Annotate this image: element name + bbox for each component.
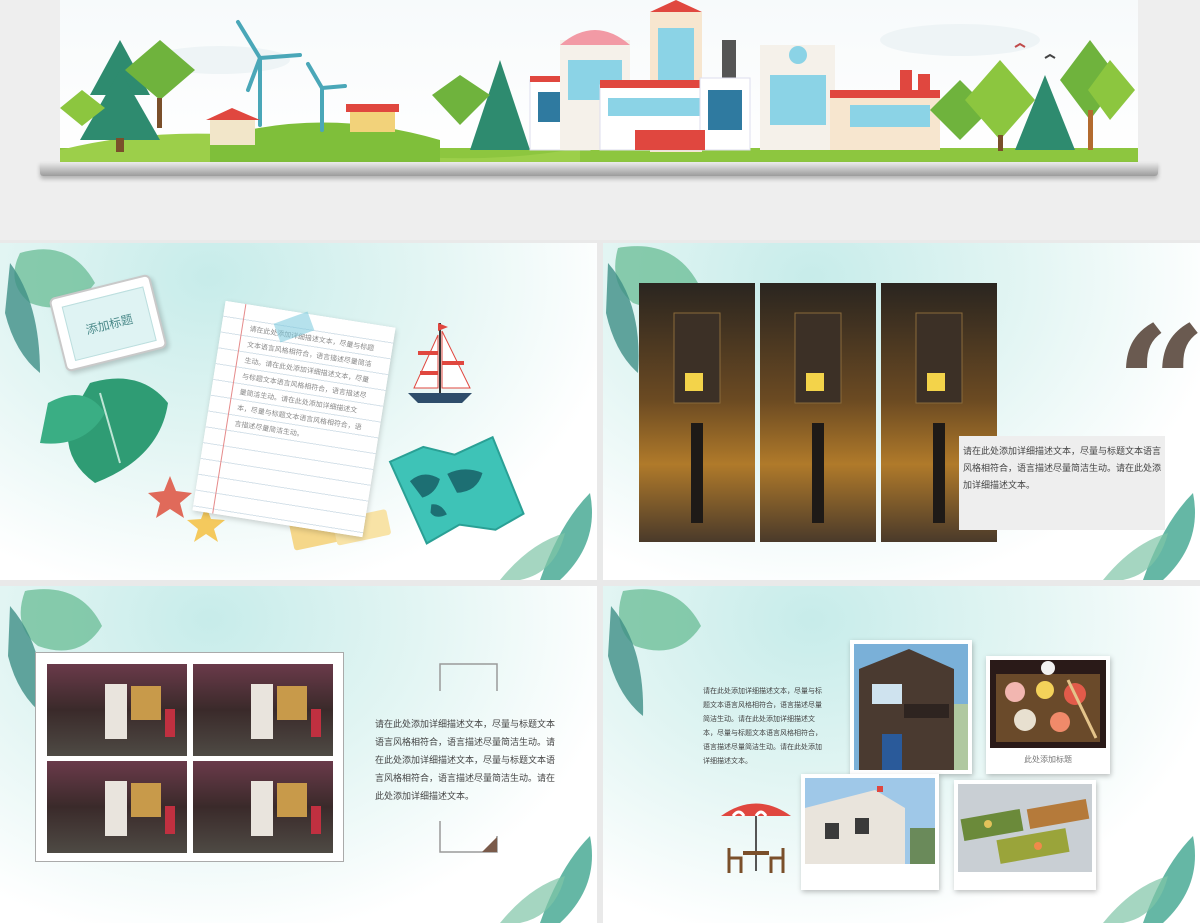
building-photo [805,778,935,864]
polaroid-buffet [954,780,1096,890]
slide-notebook[interactable]: 添加标题 请在此处添加详细描述文本，尽量与标题文本语言风格相符合，语言描述尽量简… [0,243,597,580]
notepaper-text: 请在此处添加详细描述文本，尽量与标题文本语言风格相符合，语言描述尽量简洁生动。请… [233,324,375,439]
bookstore-photo-2 [760,283,876,542]
shopfront-photo-2 [193,664,333,756]
world-map-icon [388,435,525,545]
shopfront-photo-grid [47,664,333,853]
polaroid-bento: 此处添加标题 [986,656,1110,774]
slide-travel-collage[interactable]: 请在此处添加详细描述文本，尽量与标题文本语言风格相符合，语言描述尽量简洁生动。请… [603,586,1200,923]
buffet-photo [958,784,1092,872]
slide2-description: 请在此处添加详细描述文本，尽量与标题文本语言风格相符合，语言描述尽量简洁生动。请… [959,436,1165,530]
shopfront-photo-1 [47,664,187,756]
cafe-umbrella-icon [721,803,791,873]
city-buildings [529,0,940,152]
banner-shelf [40,162,1158,176]
bento-caption: 此处添加标题 [1024,755,1072,764]
polaroid-building [801,774,939,890]
polaroid-street [850,640,972,774]
city-skyline-illustration [60,0,1138,163]
shopfront-photo-3 [47,761,187,853]
bento-photo [990,660,1106,748]
banner [0,0,1200,240]
shopfront-photo-4 [193,761,333,853]
slide3-description: 请在此处添加详细描述文本，尽量与标题文本语言风格相符合，语言描述尽量简洁生动。请… [375,720,556,802]
street-photo [854,644,968,770]
slide-shopfront-grid[interactable]: 请在此处添加详细描述文本，尽量与标题文本语言风格相符合，语言描述尽量简洁生动。请… [0,586,597,923]
monstera-leaf-icon [40,378,168,483]
quote-mark: “ [1115,291,1200,479]
bookstore-photo-1 [639,283,755,542]
slide4-description: 请在此处添加详细描述文本，尽量与标题文本语言风格相符合，语言描述尽量简洁生动。请… [703,687,822,765]
bookstore-photo-strip [639,283,997,542]
title-tag-text: 添加标题 [61,286,157,362]
tree-right-group [930,40,1135,151]
slide-bookstore[interactable]: “ 请在此处添加详细描述文本，尽量与标题文本语言风格相符合，语言描述尽量简洁生动… [603,243,1200,580]
sailboat-icon [408,323,472,403]
